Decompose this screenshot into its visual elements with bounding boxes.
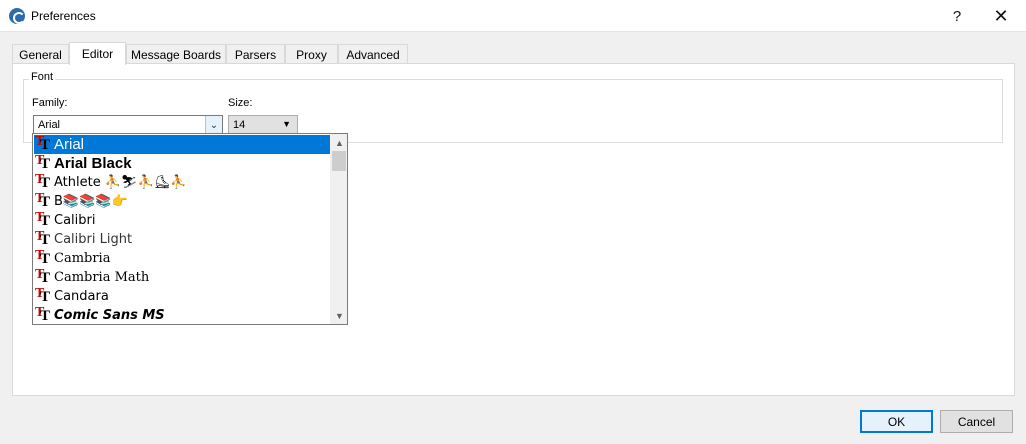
truetype-font-icon: TT [35,152,51,172]
size-label: Size: [228,97,253,109]
truetype-font-icon: TT [35,133,51,153]
font-list-item-candara[interactable]: TT Candara [34,285,330,306]
truetype-font-icon: TT [35,266,51,286]
truetype-font-icon: TT [35,171,51,191]
truetype-font-icon: TT [35,190,51,210]
truetype-font-icon: TT [35,228,51,248]
font-list-item-arial[interactable]: TT Arial [34,133,330,154]
scroll-up-icon[interactable]: ▲ [331,134,347,151]
truetype-font-icon: TT [35,209,51,229]
font-list-item-calibri[interactable]: TT Calibri [34,209,330,230]
close-button[interactable]: ✕ [978,0,1024,32]
tab-editor[interactable]: Editor [69,42,126,65]
font-family-value: Arial [38,119,61,131]
family-label: Family: [32,97,68,109]
font-list-item-label: Calibri [54,213,96,228]
font-list-item-label: Cambria [54,251,111,266]
font-list-item-arial-black[interactable]: TT Arial Black [34,152,330,173]
font-list-item-label: Comic Sans MS [54,308,165,323]
dropdown-arrow-icon: ▼ [282,119,291,129]
truetype-font-icon: TT [35,285,51,305]
font-list-item-label: Cambria Math [54,270,150,285]
font-list-item-calibri-light[interactable]: TT Calibri Light [34,228,330,249]
font-group-title: Font [29,71,56,83]
dropdown-scrollbar[interactable]: ▲ ▼ [330,134,347,324]
title-bar: Preferences ? ✕ [0,0,1026,32]
font-list-item-label: Calibri Light [54,232,133,247]
font-list-item-label: B📚📚📚👉 [54,194,128,209]
font-size-value: 14 [233,119,246,131]
scroll-down-icon[interactable]: ▼ [331,307,347,324]
font-list-item-athlete[interactable]: TT Athlete ⛹⛷⛹⛸⛹ [34,171,330,192]
font-list-item-label: Candara [54,289,109,304]
truetype-font-icon: TT [35,247,51,267]
font-family-dropdown-list[interactable]: TT Arial TT Arial Black TT Athlete ⛹⛷⛹⛸⛹… [32,133,348,325]
font-list-item-label: Athlete ⛹⛷⛹⛸⛹ [54,175,187,190]
font-list-item-cambria-math[interactable]: TT Cambria Math [34,266,330,287]
tab-general[interactable]: General [12,44,69,64]
cancel-button[interactable]: Cancel [940,410,1013,433]
ok-button[interactable]: OK [860,410,933,433]
tab-proxy[interactable]: Proxy [285,44,338,64]
tab-parsers[interactable]: Parsers [226,44,285,64]
tab-advanced[interactable]: Advanced [338,44,408,64]
app-logo-icon [9,8,25,24]
font-list-item-label: Arial [54,136,85,153]
help-button[interactable]: ? [934,0,980,32]
truetype-font-icon: TT [35,304,51,324]
font-list-item-label: Arial Black [54,155,132,172]
font-list-item-symbol-font[interactable]: TT B📚📚📚👉 [34,190,330,211]
scrollbar-thumb[interactable] [332,151,346,171]
font-list-item-comic-sans-ms[interactable]: TT Comic Sans MS [34,304,330,324]
font-list-item-cambria[interactable]: TT Cambria [34,247,330,268]
tab-message-boards[interactable]: Message Boards [126,44,226,64]
window-title: Preferences [31,9,96,23]
